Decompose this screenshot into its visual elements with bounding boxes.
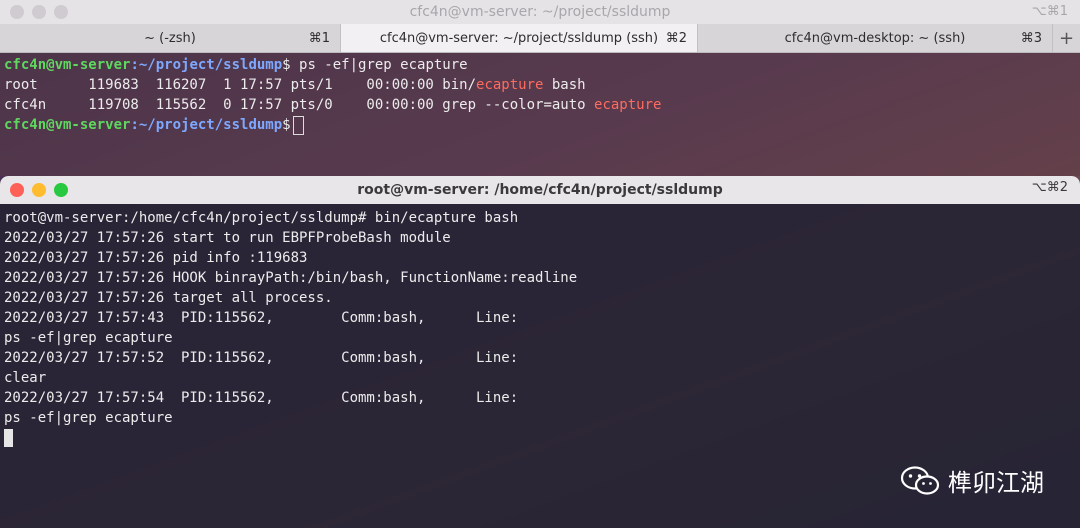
tab-label: ~ (-zsh) (144, 30, 196, 46)
output-text: cfc4n 119708 115562 0 17:57 pts/0 00:00:… (4, 97, 595, 113)
front-terminal-window[interactable]: root@vm-server: /home/cfc4n/project/ssld… (0, 176, 1080, 528)
prompt-symbol: $ (282, 57, 291, 73)
output-line: root 119683 116207 1 17:57 pts/1 00:00:0… (4, 75, 1080, 95)
terminal-cursor (4, 429, 13, 447)
back-terminal-output[interactable]: cfc4n@vm-server:~/project/ssldump$ ps -e… (0, 53, 1080, 135)
output-text: root 119683 116207 1 17:57 pts/1 00:00:0… (4, 77, 477, 93)
terminal-line: 2022/03/27 17:57:26 start to run EBPFPro… (4, 230, 451, 246)
highlight-match: ecapture (476, 77, 544, 93)
terminal-line: 2022/03/27 17:57:26 pid info :119683 (4, 250, 308, 266)
command-text: ps -ef|grep ecapture (290, 57, 468, 73)
window-title: cfc4n@vm-server: ~/project/ssldump (409, 4, 671, 20)
tab-shortcut: ⌘1 (308, 30, 330, 46)
zoom-button[interactable] (54, 183, 68, 197)
zoom-button[interactable] (54, 5, 68, 19)
window-shortcut: ⌥⌘1 (1031, 4, 1068, 19)
watermark: 榫卯江湖 (900, 463, 1044, 498)
terminal-line: clear (4, 370, 47, 386)
prompt-user: cfc4n@vm-server (4, 117, 131, 133)
tab-vm-desktop[interactable]: cfc4n@vm-desktop: ~ (ssh) ⌘3 (698, 24, 1053, 52)
terminal-line: ps -ef|grep ecapture (4, 330, 173, 346)
output-line: cfc4n 119708 115562 0 17:57 pts/0 00:00:… (4, 95, 1080, 115)
tab-shortcut: ⌘3 (1020, 30, 1042, 46)
window-title: root@vm-server: /home/cfc4n/project/ssld… (357, 182, 723, 198)
watermark-text: 榫卯江湖 (948, 469, 1044, 497)
terminal-line: ps -ef|grep ecapture (4, 410, 173, 426)
back-terminal-window[interactable]: cfc4n@vm-server: ~/project/ssldump ⌥⌘1 ~… (0, 0, 1080, 176)
prompt-user: cfc4n@vm-server (4, 57, 131, 73)
terminal-line: 2022/03/27 17:57:54 PID:115562, Comm:bas… (4, 390, 519, 406)
window-controls (10, 5, 68, 19)
prompt-path: :~/project/ssldump (130, 117, 283, 133)
prompt-symbol: $ (282, 117, 291, 133)
cursor-line (4, 428, 1080, 448)
highlight-match: ecapture (594, 97, 662, 113)
wechat-icon (900, 465, 940, 495)
close-button[interactable] (10, 5, 24, 19)
front-terminal-output[interactable]: root@vm-server:/home/cfc4n/project/ssldu… (0, 204, 1080, 448)
tab-label: cfc4n@vm-desktop: ~ (ssh) (784, 30, 966, 46)
prompt-line: cfc4n@vm-server:~/project/ssldump$ (4, 115, 1080, 135)
prompt-path: :~/project/ssldump (130, 57, 283, 73)
terminal-cursor (292, 115, 304, 135)
tab-shortcut: ⌘2 (665, 30, 687, 46)
new-tab-button[interactable]: + (1053, 24, 1080, 52)
minimize-button[interactable] (32, 183, 46, 197)
terminal-line: 2022/03/27 17:57:52 PID:115562, Comm:bas… (4, 350, 519, 366)
output-text: bash (543, 77, 586, 93)
window-shortcut: ⌥⌘2 (1031, 180, 1068, 195)
front-window-titlebar[interactable]: root@vm-server: /home/cfc4n/project/ssld… (0, 176, 1080, 204)
minimize-button[interactable] (32, 5, 46, 19)
back-window-titlebar[interactable]: cfc4n@vm-server: ~/project/ssldump ⌥⌘1 (0, 0, 1080, 24)
command-line: cfc4n@vm-server:~/project/ssldump$ ps -e… (4, 55, 1080, 75)
window-controls (10, 183, 68, 197)
tab-bar: ~ (-zsh) ⌘1 cfc4n@vm-server: ~/project/s… (0, 24, 1080, 53)
close-button[interactable] (10, 183, 24, 197)
tab-label: cfc4n@vm-server: ~/project/ssldump (ssh) (379, 30, 659, 46)
tab-vm-server[interactable]: cfc4n@vm-server: ~/project/ssldump (ssh)… (341, 24, 698, 52)
terminal-line: 2022/03/27 17:57:26 target all process. (4, 290, 333, 306)
terminal-line: 2022/03/27 17:57:43 PID:115562, Comm:bas… (4, 310, 519, 326)
terminal-line: 2022/03/27 17:57:26 HOOK binrayPath:/bin… (4, 270, 578, 286)
terminal-line: root@vm-server:/home/cfc4n/project/ssldu… (4, 210, 519, 226)
tab-zsh[interactable]: ~ (-zsh) ⌘1 (0, 24, 341, 52)
